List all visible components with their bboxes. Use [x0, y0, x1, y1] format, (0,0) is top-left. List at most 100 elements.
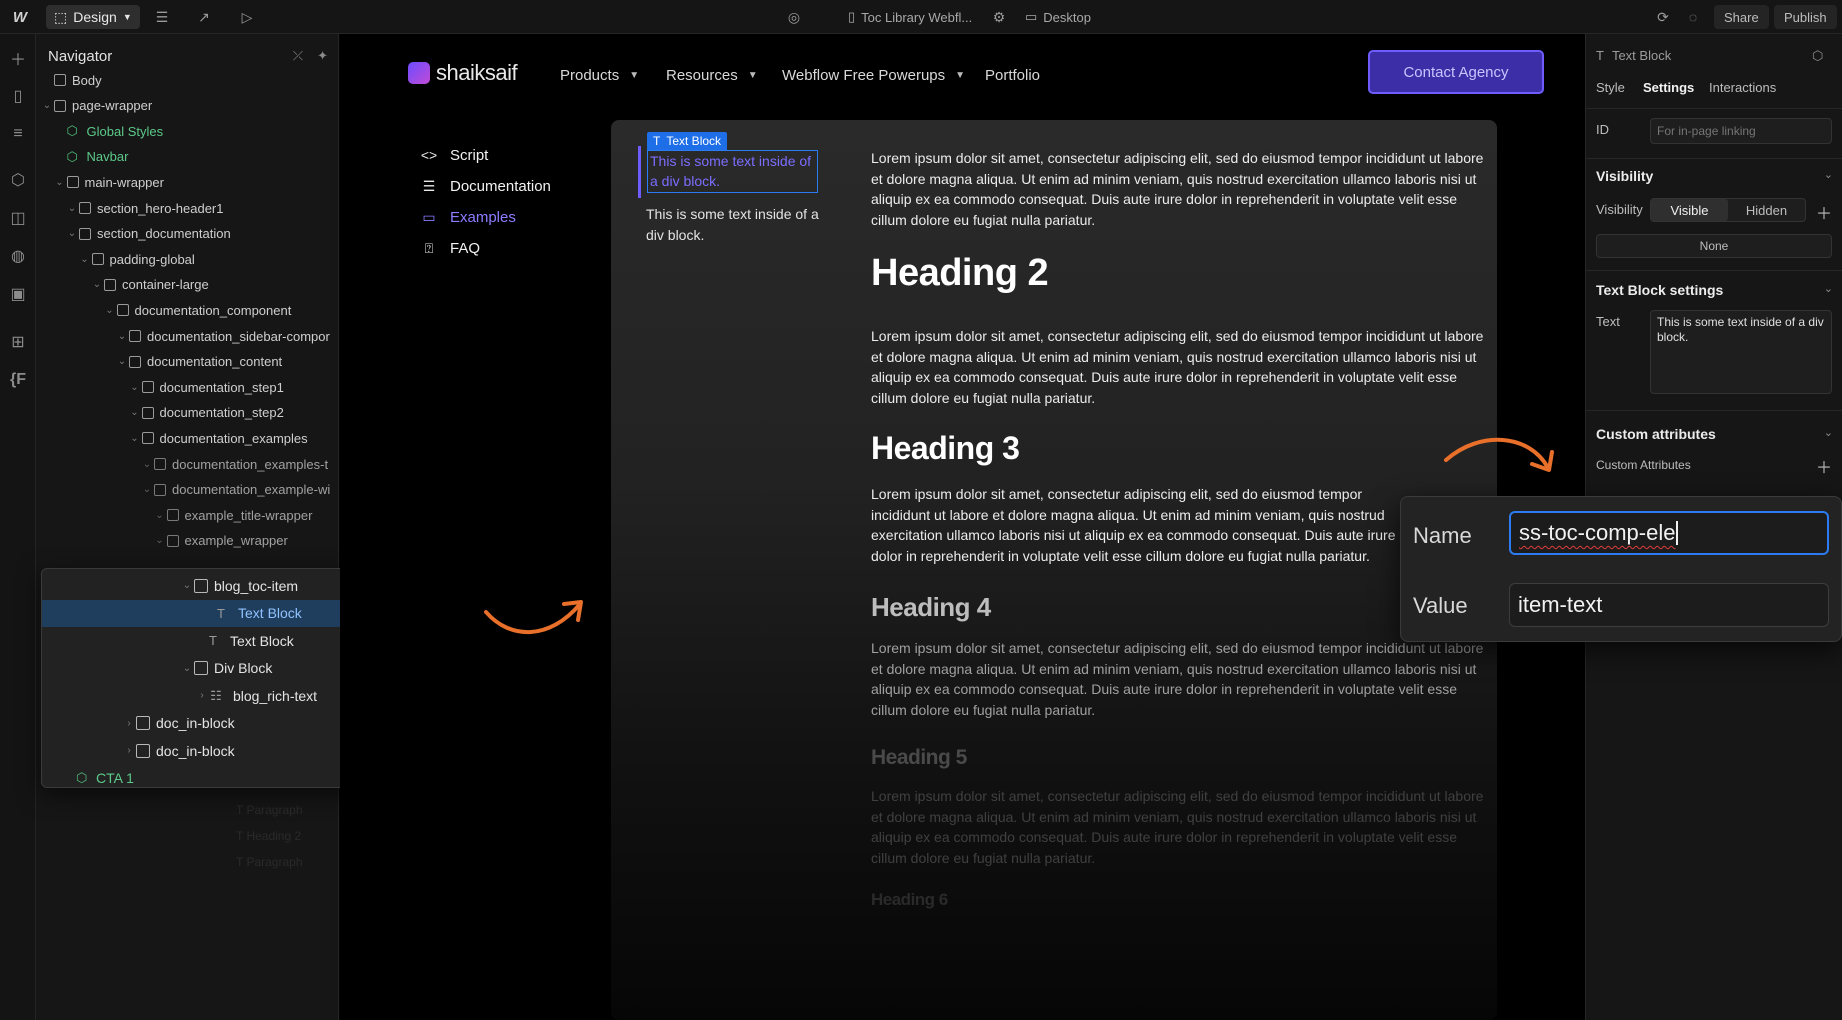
navigator-tree-row[interactable]: ⌄ documentation_example-wi	[142, 480, 330, 500]
chevron-icon[interactable]: ›	[197, 690, 207, 701]
add-attribute-icon[interactable]: ＋	[1816, 454, 1832, 478]
chevron-icon[interactable]: ›	[124, 745, 134, 756]
chevron-icon[interactable]: ⌄	[55, 177, 65, 188]
heading-2[interactable]: Heading 2	[871, 252, 1049, 295]
chevron-icon[interactable]: ⌄	[130, 407, 140, 418]
lorem-paragraph[interactable]: Lorem ipsum dolor sit amet, consectetur …	[871, 484, 1401, 566]
navigator-tree-row[interactable]: ⌄ example_wrapper	[155, 531, 288, 551]
contact-agency-button[interactable]: Contact Agency	[1368, 50, 1544, 94]
nav-products[interactable]: Products ▼	[560, 62, 639, 88]
webflow-logo-icon[interactable]: W	[8, 0, 32, 34]
navigator-tree-row[interactable]: ⌄ documentation_examples	[130, 428, 307, 448]
navigator-tree-row[interactable]: ⌄ documentation_sidebar-compor	[117, 326, 330, 346]
navigator-tree-row[interactable]: ⌄ example_title-wrapper	[155, 505, 312, 525]
navigator-tree-row[interactable]: ⌄ documentation_step2	[130, 403, 284, 423]
sync-icon[interactable]: ⟳	[1652, 0, 1674, 34]
navigator-tree-row[interactable]: ⌄ container-large	[92, 275, 209, 295]
variables-drops-icon[interactable]: ◍	[6, 244, 30, 268]
analytics-icon[interactable]: ↗	[193, 0, 215, 34]
apps-icon[interactable]: ⊞	[6, 330, 30, 354]
chevron-icon[interactable]: ⌄	[42, 100, 52, 111]
heading-4[interactable]: Heading 4	[871, 592, 991, 623]
chevron-icon[interactable]: ⌄	[67, 228, 77, 239]
navigator-tree-row[interactable]: ⌄ documentation_examples-t	[142, 454, 328, 474]
text-block-settings-header[interactable]: Text Block settings ⌄	[1596, 282, 1833, 298]
nav-portfolio[interactable]: Portfolio	[985, 62, 1040, 88]
tab-interactions[interactable]: Interactions	[1709, 80, 1776, 95]
visibility-condition-none[interactable]: None	[1596, 234, 1832, 258]
attribute-name-input[interactable]: ss-toc-comp-ele	[1509, 511, 1829, 555]
navigator-tree-row[interactable]: ⬡ Navbar	[55, 147, 129, 167]
chevron-icon[interactable]: ⌄	[182, 663, 192, 674]
settings-gear-icon[interactable]: ⚙	[988, 0, 1010, 34]
heading-5[interactable]: Heading 5	[871, 746, 967, 770]
tab-style[interactable]: Style	[1596, 80, 1643, 95]
text-content-textarea[interactable]: This is some text inside of a div block.	[1650, 310, 1832, 394]
pin-icon[interactable]: ✦	[317, 48, 328, 64]
share-button[interactable]: Share	[1714, 5, 1769, 29]
component-icon[interactable]: ⬡	[1812, 48, 1823, 64]
chevron-icon[interactable]: ⌄	[142, 484, 152, 495]
cms-icon[interactable]: ☰	[151, 0, 173, 34]
chevron-icon[interactable]: ⌄	[182, 580, 192, 591]
chevron-icon[interactable]: ⌄	[155, 510, 165, 521]
chevron-icon[interactable]: ⌄	[130, 433, 140, 444]
heading-6[interactable]: Heading 6	[871, 890, 948, 910]
pages-icon[interactable]: ▯	[6, 84, 30, 108]
nav-webflow-powerups[interactable]: Webflow Free Powerups ▼	[782, 62, 965, 88]
add-elements-icon[interactable]: ＋	[6, 46, 30, 70]
comments-icon[interactable]: ◌	[1682, 0, 1704, 34]
navigator-tree-row[interactable]: ⬡ Global Styles	[55, 121, 164, 141]
navigator-icon[interactable]: ≡	[6, 122, 30, 146]
collapse-icon[interactable]: ⤫	[293, 48, 303, 64]
nav-resources[interactable]: Resources ▼	[666, 62, 758, 88]
chevron-icon[interactable]: ⌄	[117, 356, 127, 367]
components-icon[interactable]: ⬡	[6, 168, 30, 192]
sidebar-link-script[interactable]: <> Script	[420, 144, 489, 166]
preview-play-icon[interactable]: ▷	[236, 0, 258, 34]
design-mode-button[interactable]: ⬚ Design ▼	[46, 5, 140, 29]
chevron-icon[interactable]: ›	[124, 718, 134, 729]
chevron-icon[interactable]: ⌄	[105, 305, 115, 316]
navigator-tree-row[interactable]: Body	[42, 70, 102, 90]
project-name[interactable]: ▯ Toc Library Webfl...	[848, 0, 972, 34]
lorem-paragraph[interactable]: Lorem ipsum dolor sit amet, consectetur …	[871, 326, 1486, 408]
lorem-paragraph[interactable]: Lorem ipsum dolor sit amet, consectetur …	[871, 786, 1486, 868]
globe-icon[interactable]: ◎	[783, 0, 805, 34]
sidebar-link-examples[interactable]: ▭ Examples	[420, 206, 515, 228]
breakpoint-selector[interactable]: ▭ Desktop	[1025, 0, 1091, 34]
chevron-icon[interactable]: ⌄	[80, 254, 90, 265]
sidebar-link-documentation[interactable]: ☰ Documentation	[420, 175, 551, 197]
id-input[interactable]	[1650, 118, 1832, 144]
heading-3[interactable]: Heading 3	[871, 430, 1020, 467]
visible-option[interactable]: Visible	[1651, 199, 1728, 221]
selected-text-block[interactable]: This is some text inside of a div block.	[647, 150, 818, 193]
assets-icon[interactable]: ▣	[6, 282, 30, 306]
text-block[interactable]: This is some text inside of a div block.	[646, 204, 826, 246]
navigator-tree-row[interactable]: ⌄ section_documentation	[67, 224, 231, 244]
navigator-tree-row[interactable]: ⌄ documentation_content	[117, 352, 282, 372]
tab-settings[interactable]: Settings	[1643, 80, 1709, 95]
navigator-tree-row[interactable]: ⌄ padding-global	[80, 249, 195, 269]
navigator-tree-row[interactable]: ⌄ main-wrapper	[55, 172, 164, 192]
sidebar-link-faq[interactable]: ⍰ FAQ	[420, 237, 480, 259]
attribute-value-input[interactable]: item-text	[1509, 583, 1829, 627]
custom-attributes-header[interactable]: Custom attributes ⌄	[1596, 426, 1833, 442]
cms-collections-icon[interactable]: {F	[6, 368, 30, 392]
navigator-tree-row[interactable]: ⌄ documentation_step1	[130, 377, 284, 397]
chevron-icon[interactable]: ⌄	[130, 382, 140, 393]
chevron-icon[interactable]: ⌄	[92, 279, 102, 290]
design-canvas[interactable]: shaiksaif Products ▼ Resources ▼ Webflow F…	[340, 34, 1585, 1020]
chevron-icon[interactable]: ⌄	[142, 459, 152, 470]
publish-button[interactable]: Publish	[1774, 5, 1837, 29]
lorem-paragraph[interactable]: Lorem ipsum dolor sit amet, consectetur …	[871, 638, 1486, 720]
add-condition-icon[interactable]: ＋	[1816, 200, 1832, 224]
chevron-icon[interactable]: ⌄	[117, 331, 127, 342]
navigator-tree-row[interactable]: ⌄ page-wrapper	[42, 96, 152, 116]
chevron-icon[interactable]: ⌄	[155, 535, 165, 546]
visibility-section-header[interactable]: Visibility ⌄	[1596, 168, 1833, 184]
lorem-paragraph[interactable]: Lorem ipsum dolor sit amet, consectetur …	[871, 148, 1486, 230]
visibility-toggle[interactable]: Visible Hidden	[1650, 198, 1806, 222]
style-selectors-icon[interactable]: ◫	[6, 206, 30, 230]
hidden-option[interactable]: Hidden	[1728, 199, 1805, 221]
